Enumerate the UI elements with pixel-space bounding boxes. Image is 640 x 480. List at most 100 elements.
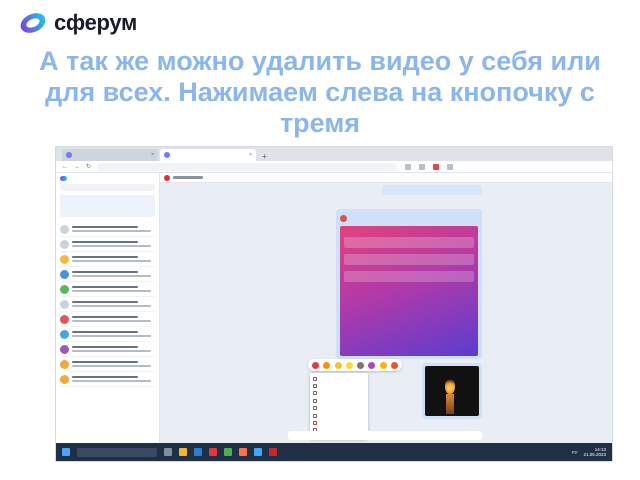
reaction-poop-icon[interactable] — [357, 361, 365, 369]
chat-list-item[interactable] — [60, 222, 155, 237]
browser-tab-bar: × × + — [56, 147, 612, 161]
sferum-logo: сферум — [18, 10, 137, 36]
conversation-avatar — [164, 174, 170, 181]
message-author — [340, 213, 478, 223]
video-message[interactable] — [422, 363, 482, 419]
chat-search-input[interactable] — [60, 184, 155, 191]
menu-item-icon — [313, 376, 317, 381]
chat-list-item[interactable] — [60, 357, 155, 372]
task-view-icon[interactable] — [164, 448, 172, 456]
avatar — [340, 214, 347, 222]
chat-list-item[interactable] — [60, 237, 155, 252]
taskbar-search[interactable] — [77, 447, 157, 457]
windows-taskbar: РУ 14:13 21.05.2023 — [56, 443, 612, 461]
reaction-heart-eyes-icon[interactable] — [368, 361, 376, 369]
candle-flame — [445, 378, 455, 394]
delete-menu-item[interactable] — [313, 419, 365, 426]
extension-icon[interactable] — [433, 163, 440, 170]
conversation-pane — [160, 173, 612, 443]
profile-icon[interactable] — [447, 163, 454, 170]
message-input[interactable] — [288, 431, 482, 440]
close-tab-icon[interactable]: × — [249, 152, 252, 158]
app-icon[interactable] — [239, 448, 247, 456]
avatar — [60, 239, 69, 249]
reaction-picker — [308, 359, 402, 371]
menu-item[interactable] — [313, 382, 365, 389]
reaction-heart-icon[interactable] — [312, 361, 320, 369]
avatar — [60, 374, 69, 384]
address-bar-row: ← → ↻ — [56, 161, 612, 173]
video-player[interactable] — [425, 366, 479, 416]
menu-item[interactable] — [313, 397, 365, 404]
edge-icon[interactable] — [194, 448, 202, 456]
forward-icon[interactable]: → — [74, 164, 80, 170]
menu-item[interactable] — [313, 375, 365, 382]
reaction-angry-icon[interactable] — [390, 361, 398, 369]
poll-option[interactable] — [344, 237, 474, 248]
browser-tab-sferum[interactable]: × — [62, 149, 158, 161]
menu-item[interactable] — [313, 412, 365, 419]
trash-icon — [313, 421, 317, 426]
avatar — [60, 269, 69, 279]
conversation-header — [160, 173, 612, 183]
menu-item-icon — [313, 413, 317, 418]
menu-item[interactable] — [313, 405, 365, 412]
yandex-icon[interactable] — [209, 448, 217, 456]
avatar — [60, 254, 69, 264]
reaction-cry-icon[interactable] — [379, 361, 387, 369]
chat-list-item[interactable] — [60, 282, 155, 297]
browser-tab-chat[interactable]: × — [160, 149, 256, 161]
poll-option[interactable] — [344, 271, 474, 282]
file-explorer-icon[interactable] — [179, 448, 187, 456]
chat-list-item[interactable] — [60, 327, 155, 342]
sferum-logo-icon — [20, 13, 46, 33]
avatar — [60, 299, 69, 309]
chat-list-item[interactable] — [60, 267, 155, 282]
poll-message[interactable] — [336, 209, 482, 359]
language-indicator[interactable]: РУ — [572, 450, 578, 455]
chat-list-sidebar — [56, 173, 160, 443]
extension-icon[interactable] — [419, 163, 426, 170]
taskbar-clock[interactable]: 14:13 21.05.2023 — [583, 447, 606, 458]
app-icon[interactable] — [254, 448, 262, 456]
powerpoint-icon[interactable] — [269, 448, 277, 456]
messenger-app — [56, 173, 612, 443]
conversation-title — [173, 176, 203, 179]
poll-card — [340, 226, 478, 356]
candle — [446, 394, 454, 414]
url-field[interactable] — [97, 162, 398, 171]
avatar — [60, 284, 69, 294]
poll-option[interactable] — [344, 254, 474, 265]
sferum-favicon-icon — [66, 152, 72, 158]
chat-list-item[interactable] — [60, 372, 155, 387]
avatar — [60, 224, 69, 234]
new-tab-icon[interactable]: + — [258, 152, 271, 161]
reaction-thumbs-up-icon[interactable] — [345, 361, 353, 369]
app-icon[interactable] — [224, 448, 232, 456]
message-bubble[interactable] — [382, 185, 482, 195]
reaction-fire-icon[interactable] — [323, 361, 331, 369]
menu-item[interactable] — [313, 390, 365, 397]
chat-list-item[interactable] — [60, 342, 155, 357]
chat-list-item[interactable] — [60, 297, 155, 312]
avatar — [60, 344, 69, 354]
chat-favicon-icon — [164, 152, 170, 158]
back-icon[interactable]: ← — [62, 164, 68, 170]
menu-item-icon — [313, 391, 317, 396]
chat-list-item[interactable] — [60, 312, 155, 327]
slide: сферум А так же можно удалить видео у се… — [0, 0, 640, 480]
reaction-laugh-icon[interactable] — [334, 361, 342, 369]
brand-name: сферум — [54, 10, 137, 35]
messenger-screenshot: × × + ← → ↻ РУ 14:13 21.05.2023 — [55, 146, 613, 462]
sidebar-header — [60, 176, 155, 181]
chat-list-item[interactable] — [60, 252, 155, 267]
menu-item-icon — [313, 406, 317, 411]
reload-icon[interactable]: ↻ — [86, 163, 91, 170]
menu-item-icon — [313, 384, 317, 389]
extension-icon[interactable] — [405, 163, 412, 170]
avatar — [60, 329, 69, 339]
close-tab-icon[interactable]: × — [151, 152, 154, 158]
menu-item-icon — [313, 398, 317, 403]
windows-start-icon[interactable] — [62, 448, 70, 456]
avatar — [60, 314, 69, 324]
